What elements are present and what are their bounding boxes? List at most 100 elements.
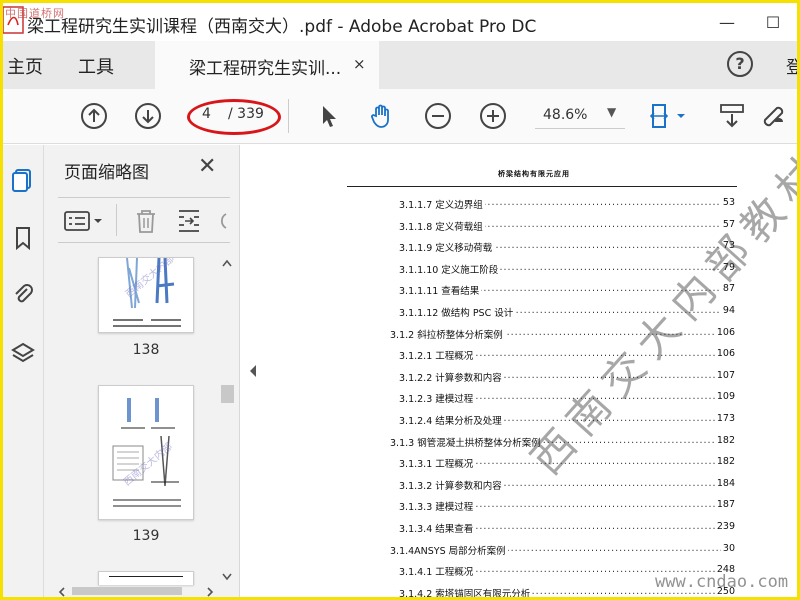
toc-entry-title: 3.1.4.1 工程概况: [399, 564, 476, 579]
scroll-mode-icon[interactable]: [718, 102, 746, 130]
toc-entry-page: 53: [720, 197, 735, 208]
toc-entry-page: 57: [720, 218, 735, 230]
toc-entry-title: 3.1.3.4 结果查看: [399, 521, 476, 535]
toc-entry-title: 3.1.1.9 定义移动荷载: [399, 240, 495, 255]
bookmarks-icon[interactable]: [10, 225, 36, 251]
tab-close-button[interactable]: ×: [353, 55, 366, 73]
toc-row[interactable]: ........................................…: [265, 369, 797, 388]
thumbnail-139-preview-icon: 西南交大内部: [112, 398, 181, 507]
toc-row[interactable]: ........................................…: [265, 240, 797, 258]
rotate-page-icon[interactable]: [216, 208, 228, 234]
thumbnail-hscrollbar[interactable]: [58, 585, 218, 597]
toc-entry-title: 3.1.2.2 计算参数和内容: [399, 369, 504, 384]
help-button[interactable]: ?: [727, 51, 753, 77]
thumbnail-label-139: 139: [132, 528, 160, 544]
thumbnail-138-preview-icon: 西南交大内部: [113, 252, 181, 327]
toc-row[interactable]: ........................................…: [265, 434, 797, 453]
toc-entry-title: 3.1.1.12 做结构 PSC 设计: [399, 305, 516, 319]
signin-link[interactable]: 登: [786, 53, 800, 78]
toc-entry-title: 3.1.3.3 建模过程: [399, 499, 476, 514]
minimize-button[interactable]: —: [714, 9, 740, 35]
toc-entry-page: 182: [714, 434, 735, 446]
toc-entry-title: 3.1.1.7 定义边界组: [399, 197, 485, 211]
scroll-right-icon[interactable]: [206, 587, 214, 597]
thumbnail-scrollbar[interactable]: [219, 257, 235, 585]
hand-tool-icon[interactable]: [368, 102, 396, 130]
toc-entry-title: 3.1.1.8 定义荷载组: [399, 218, 485, 233]
zoom-out-icon[interactable]: [424, 102, 452, 130]
toc-row[interactable]: ........................................…: [265, 197, 797, 215]
page-thumbnails-icon[interactable]: [10, 167, 36, 193]
toc-row[interactable]: ........................................…: [265, 413, 797, 431]
page-thumbnail-140[interactable]: [98, 571, 194, 585]
panel-title: 页面缩略图: [64, 163, 149, 183]
svg-text:西南交大内部: 西南交大内部: [123, 258, 177, 300]
thumbnail-140-rule: [109, 576, 183, 577]
toc-entry-title: 3.1.1.11 查看结果: [399, 283, 482, 298]
toc-entry-title: 3.1.4.2 索塔锚固区有限元分析: [399, 585, 533, 597]
toc-entry-page: 109: [714, 391, 735, 403]
toc-row[interactable]: ........................................…: [265, 348, 797, 366]
menu-tools[interactable]: 工具: [78, 53, 114, 79]
insert-page-icon[interactable]: [176, 208, 202, 234]
header-rule: [347, 186, 737, 187]
hscrollbar-thumb[interactable]: [72, 587, 182, 595]
toc-entry-title: 3.1.2.4 结果分析及处理: [399, 413, 504, 427]
scrollbar-thumb[interactable]: [221, 385, 234, 403]
toc-row[interactable]: ........................................…: [265, 521, 797, 539]
menu-home[interactable]: 主页: [7, 53, 43, 79]
delete-page-icon[interactable]: [134, 208, 158, 234]
scroll-left-icon[interactable]: [58, 587, 66, 597]
thumbnail-panel: 页面缩略图 ✕ 西南交大内部 138 西南交大内部 139: [44, 145, 240, 597]
toc-row[interactable]: ........................................…: [265, 326, 797, 345]
document-view[interactable]: 桥梁结构有限元应用 ..............................…: [265, 145, 797, 597]
previous-page-icon[interactable]: [80, 102, 108, 130]
toc-row[interactable]: ........................................…: [265, 542, 797, 561]
fit-width-icon[interactable]: [649, 102, 689, 130]
toc-entry-title: 3.1.2.1 工程概况: [399, 348, 476, 363]
toc-entry-page: 107: [714, 369, 735, 381]
toc-entry-page: 94: [720, 305, 735, 316]
select-tool-icon[interactable]: [315, 102, 343, 130]
toc-entry-page: 187: [714, 499, 735, 511]
page-thumbnail-138[interactable]: 西南交大内部: [98, 252, 194, 333]
options-menu-icon[interactable]: [64, 210, 106, 232]
toc-row[interactable]: ........................................…: [265, 218, 797, 237]
toc-entry-title: 3.1.3 钢管混凝土拱桥整体分析案例: [390, 434, 543, 449]
layers-icon[interactable]: [10, 341, 36, 367]
toc-entry-page: 106: [714, 326, 735, 338]
toc-row[interactable]: ........................................…: [265, 391, 797, 409]
window-title: 梁工程研究生实训课程（西南交大）.pdf - Adobe Acrobat Pro…: [27, 17, 537, 37]
tab-bar: 主页 工具 梁工程研究生实训... × ? 登: [3, 41, 800, 89]
page-number-highlight-oval: [187, 99, 281, 135]
toc-row[interactable]: ........................................…: [265, 456, 797, 474]
toc-entry-page: 184: [714, 477, 735, 489]
toc-row[interactable]: ........................................…: [265, 305, 797, 323]
panel-toolbar: [58, 197, 230, 243]
thumbnail-label-138: 138: [132, 342, 160, 358]
zoom-in-icon[interactable]: [479, 102, 507, 130]
toc-row[interactable]: ........................................…: [265, 283, 797, 301]
scroll-down-icon[interactable]: [222, 573, 232, 581]
toolbar-divider: [288, 99, 289, 133]
tab-document[interactable]: 梁工程研究生实训... ×: [155, 41, 379, 89]
scroll-up-icon[interactable]: [222, 259, 232, 267]
next-page-icon[interactable]: [134, 102, 162, 130]
toc-entry-title: 3.1.3.2 计算参数和内容: [399, 477, 504, 492]
collapse-panel-icon[interactable]: [248, 364, 258, 378]
zoom-dropdown[interactable]: 48.6% ▼: [535, 103, 625, 129]
link-icon[interactable]: [759, 102, 787, 130]
toc-row[interactable]: ........................................…: [265, 477, 797, 496]
toc-row[interactable]: ........................................…: [265, 499, 797, 517]
toc-entry-title: 3.1.2.3 建模过程: [399, 391, 476, 406]
panel-close-button[interactable]: ✕: [198, 154, 216, 179]
attachments-icon[interactable]: [10, 281, 36, 307]
left-nav-rail: [3, 145, 44, 597]
tab-document-label: 梁工程研究生实训...: [189, 59, 342, 79]
maximize-button[interactable]: ☐: [760, 9, 786, 35]
title-bar: 中国道桥网 梁工程研究生实训课程（西南交大）.pdf - Adobe Acrob…: [3, 3, 797, 41]
toc-entry-page: 87: [720, 283, 735, 295]
toc-entry-page: 182: [714, 456, 735, 468]
toc-row[interactable]: ........................................…: [265, 261, 797, 280]
page-thumbnail-139[interactable]: 西南交大内部: [98, 385, 194, 520]
